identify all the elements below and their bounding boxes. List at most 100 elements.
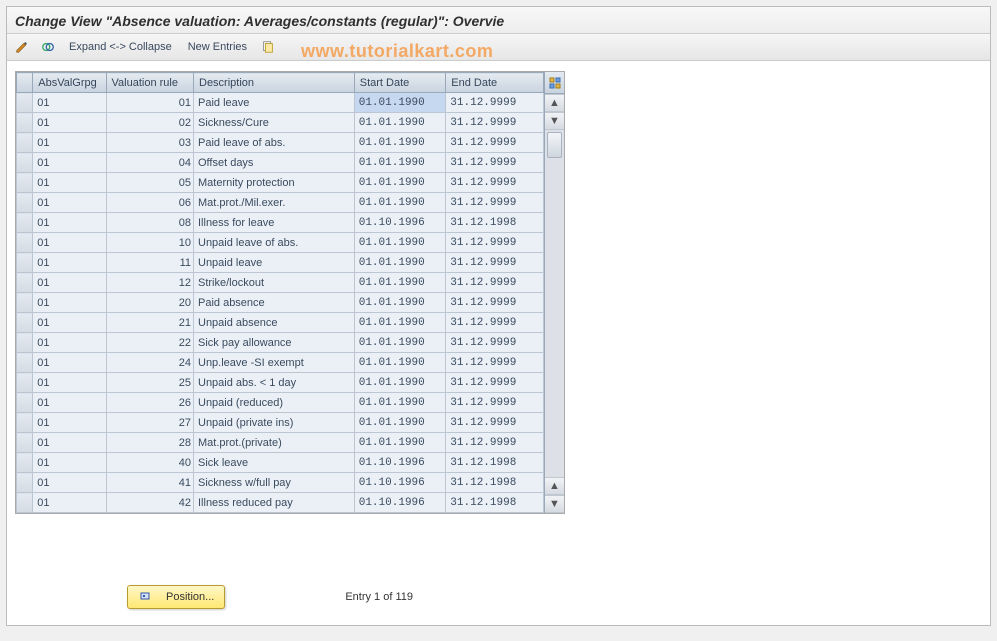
row-selector[interactable] <box>17 293 33 313</box>
row-selector[interactable] <box>17 233 33 253</box>
table-row[interactable]: 0102Sickness/Cure01.01.199031.12.9999 <box>17 113 544 133</box>
cell-absvalgrpg[interactable]: 01 <box>33 373 106 393</box>
scroll-up-step-icon[interactable]: ▲ <box>545 477 564 495</box>
cell-end-date[interactable]: 31.12.9999 <box>446 273 544 293</box>
cell-start-date[interactable]: 01.10.1996 <box>354 213 446 233</box>
cell-description[interactable]: Strike/lockout <box>194 273 355 293</box>
cell-description[interactable]: Unpaid abs. < 1 day <box>194 373 355 393</box>
table-row[interactable]: 0103Paid leave of abs.01.01.199031.12.99… <box>17 133 544 153</box>
row-selector[interactable] <box>17 493 33 513</box>
cell-valuation-rule[interactable]: 27 <box>106 413 193 433</box>
cell-absvalgrpg[interactable]: 01 <box>33 353 106 373</box>
row-selector[interactable] <box>17 113 33 133</box>
cell-description[interactable]: Paid leave <box>194 93 355 113</box>
cell-absvalgrpg[interactable]: 01 <box>33 93 106 113</box>
cell-start-date[interactable]: 01.01.1990 <box>354 313 446 333</box>
row-selector[interactable] <box>17 133 33 153</box>
cell-valuation-rule[interactable]: 10 <box>106 233 193 253</box>
cell-absvalgrpg[interactable]: 01 <box>33 173 106 193</box>
cell-start-date[interactable]: 01.01.1990 <box>354 333 446 353</box>
row-selector[interactable] <box>17 213 33 233</box>
cell-end-date[interactable]: 31.12.1998 <box>446 213 544 233</box>
expand-collapse-button[interactable]: Expand <-> Collapse <box>65 39 176 55</box>
other-view-icon[interactable] <box>39 38 57 56</box>
col-absvalgrpg[interactable]: AbsValGrpg <box>33 73 106 93</box>
cell-start-date[interactable]: 01.01.1990 <box>354 173 446 193</box>
table-row[interactable]: 0124Unp.leave -SI exempt01.01.199031.12.… <box>17 353 544 373</box>
cell-description[interactable]: Unpaid leave <box>194 253 355 273</box>
table-row[interactable]: 0140Sick leave01.10.199631.12.1998 <box>17 453 544 473</box>
cell-end-date[interactable]: 31.12.9999 <box>446 353 544 373</box>
cell-valuation-rule[interactable]: 24 <box>106 353 193 373</box>
cell-absvalgrpg[interactable]: 01 <box>33 233 106 253</box>
cell-start-date[interactable]: 01.01.1990 <box>354 93 446 113</box>
cell-description[interactable]: Unpaid absence <box>194 313 355 333</box>
cell-start-date[interactable]: 01.10.1996 <box>354 473 446 493</box>
cell-valuation-rule[interactable]: 11 <box>106 253 193 273</box>
cell-valuation-rule[interactable]: 08 <box>106 213 193 233</box>
cell-start-date[interactable]: 01.01.1990 <box>354 353 446 373</box>
scroll-up-icon[interactable]: ▲ <box>545 94 564 112</box>
cell-end-date[interactable]: 31.12.9999 <box>446 173 544 193</box>
new-entries-button[interactable]: New Entries <box>184 39 251 55</box>
cell-start-date[interactable]: 01.01.1990 <box>354 413 446 433</box>
cell-end-date[interactable]: 31.12.9999 <box>446 433 544 453</box>
cell-description[interactable]: Mat.prot.(private) <box>194 433 355 453</box>
cell-description[interactable]: Unp.leave -SI exempt <box>194 353 355 373</box>
cell-end-date[interactable]: 31.12.9999 <box>446 113 544 133</box>
row-selector[interactable] <box>17 193 33 213</box>
cell-start-date[interactable]: 01.01.1990 <box>354 293 446 313</box>
cell-absvalgrpg[interactable]: 01 <box>33 433 106 453</box>
cell-description[interactable]: Paid leave of abs. <box>194 133 355 153</box>
table-row[interactable]: 0101Paid leave01.01.199031.12.9999 <box>17 93 544 113</box>
col-description[interactable]: Description <box>194 73 355 93</box>
table-row[interactable]: 0106Mat.prot./Mil.exer.01.01.199031.12.9… <box>17 193 544 213</box>
cell-valuation-rule[interactable]: 28 <box>106 433 193 453</box>
cell-valuation-rule[interactable]: 42 <box>106 493 193 513</box>
cell-absvalgrpg[interactable]: 01 <box>33 273 106 293</box>
row-selector[interactable] <box>17 93 33 113</box>
cell-start-date[interactable]: 01.01.1990 <box>354 153 446 173</box>
col-valuation-rule[interactable]: Valuation rule <box>106 73 193 93</box>
cell-end-date[interactable]: 31.12.9999 <box>446 393 544 413</box>
cell-start-date[interactable]: 01.01.1990 <box>354 113 446 133</box>
cell-description[interactable]: Unpaid (reduced) <box>194 393 355 413</box>
cell-start-date[interactable]: 01.01.1990 <box>354 373 446 393</box>
table-row[interactable]: 0128Mat.prot.(private)01.01.199031.12.99… <box>17 433 544 453</box>
cell-end-date[interactable]: 31.12.9999 <box>446 93 544 113</box>
table-row[interactable]: 0112Strike/lockout01.01.199031.12.9999 <box>17 273 544 293</box>
scrollbar-track[interactable] <box>545 130 564 477</box>
cell-valuation-rule[interactable]: 05 <box>106 173 193 193</box>
table-row[interactable]: 0104Offset days01.01.199031.12.9999 <box>17 153 544 173</box>
cell-valuation-rule[interactable]: 03 <box>106 133 193 153</box>
cell-absvalgrpg[interactable]: 01 <box>33 293 106 313</box>
cell-description[interactable]: Offset days <box>194 153 355 173</box>
scroll-down-step-icon[interactable]: ▼ <box>545 112 564 130</box>
cell-start-date[interactable]: 01.10.1996 <box>354 453 446 473</box>
row-selector[interactable] <box>17 413 33 433</box>
cell-description[interactable]: Unpaid leave of abs. <box>194 233 355 253</box>
table-row[interactable]: 0105Maternity protection01.01.199031.12.… <box>17 173 544 193</box>
table-row[interactable]: 0142Illness reduced pay01.10.199631.12.1… <box>17 493 544 513</box>
toggle-display-icon[interactable] <box>13 38 31 56</box>
col-end-date[interactable]: End Date <box>446 73 544 93</box>
cell-end-date[interactable]: 31.12.1998 <box>446 493 544 513</box>
cell-absvalgrpg[interactable]: 01 <box>33 313 106 333</box>
cell-absvalgrpg[interactable]: 01 <box>33 253 106 273</box>
cell-valuation-rule[interactable]: 01 <box>106 93 193 113</box>
cell-absvalgrpg[interactable]: 01 <box>33 413 106 433</box>
cell-end-date[interactable]: 31.12.9999 <box>446 333 544 353</box>
cell-description[interactable]: Sickness w/full pay <box>194 473 355 493</box>
cell-absvalgrpg[interactable]: 01 <box>33 133 106 153</box>
row-selector[interactable] <box>17 333 33 353</box>
cell-description[interactable]: Unpaid (private ins) <box>194 413 355 433</box>
copy-icon[interactable] <box>259 38 277 56</box>
table-row[interactable]: 0121Unpaid absence01.01.199031.12.9999 <box>17 313 544 333</box>
cell-description[interactable]: Illness reduced pay <box>194 493 355 513</box>
cell-start-date[interactable]: 01.01.1990 <box>354 193 446 213</box>
cell-end-date[interactable]: 31.12.9999 <box>446 313 544 333</box>
row-selector[interactable] <box>17 453 33 473</box>
cell-absvalgrpg[interactable]: 01 <box>33 213 106 233</box>
cell-valuation-rule[interactable]: 25 <box>106 373 193 393</box>
cell-end-date[interactable]: 31.12.9999 <box>446 133 544 153</box>
